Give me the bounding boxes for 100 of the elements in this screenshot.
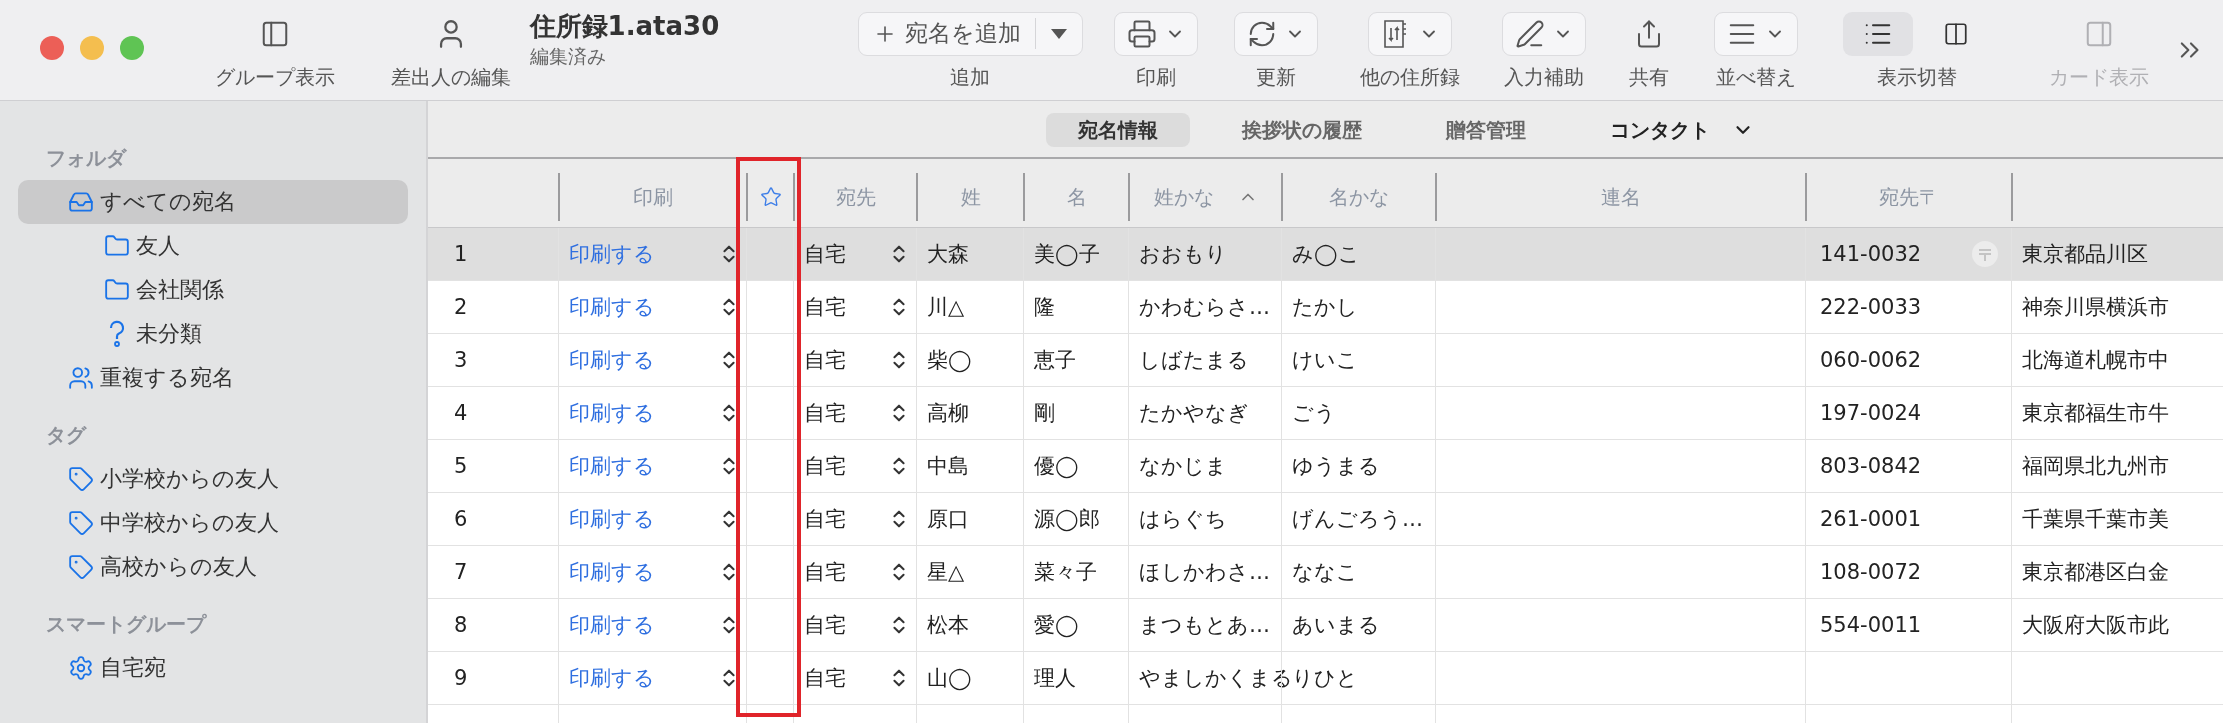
table-cell-text: かわむらさ…: [1139, 294, 1270, 321]
row-number: 5: [453, 453, 469, 480]
print-select[interactable]: 印刷する: [558, 281, 746, 333]
table-cell: 261-0001: [1820, 507, 1922, 531]
table-cell-text: 愛◯: [1034, 612, 1079, 639]
toolbar-button[interactable]: 入力補助: [1491, 9, 1596, 91]
tag-icon: [68, 466, 94, 492]
sidebar-item[interactable]: 高校からの友人: [18, 545, 408, 589]
destination-select[interactable]: 自宅: [793, 440, 916, 492]
table-cell-text: 源◯郎: [1034, 506, 1100, 533]
destination-select[interactable]: 自宅: [793, 546, 916, 598]
print-select[interactable]: 印刷する: [558, 228, 746, 280]
table-cell-text: 東京都港区白金: [2022, 559, 2169, 586]
printer-icon: [1126, 18, 1157, 49]
sidebar-item[interactable]: 中学校からの友人: [18, 501, 408, 545]
print-select[interactable]: 印刷する: [558, 387, 746, 439]
gear-icon: [68, 655, 94, 681]
table-row[interactable]: 5 印刷する 自宅 中島 優◯ なかじま ゆうまる 803-0842 福岡県北九州市: [428, 440, 2223, 493]
destination-select[interactable]: 自宅: [793, 334, 916, 386]
table-cell-text: 高柳: [927, 400, 969, 427]
folder-icon: [104, 277, 130, 303]
table-cell: 197-0024: [1820, 401, 1922, 425]
row-number: 1: [453, 241, 469, 268]
sidebar-item[interactable]: 重複する宛名: [18, 356, 408, 400]
destination-select[interactable]: 自宅: [793, 652, 916, 704]
toolbar-button[interactable]: 他の住所録: [1349, 9, 1470, 91]
view-toggle-label: 表示切替: [1876, 63, 1957, 91]
table-cell-text: 東京都福生市牛: [2022, 400, 2169, 427]
table-cell-text: ごう: [1292, 400, 1336, 427]
table-cell-text: たかやなぎ: [1139, 400, 1249, 427]
sidebar-item[interactable]: 未分類: [18, 312, 408, 356]
add-name-label: 宛名を追加: [904, 19, 1021, 48]
table-cell: 803-0842: [1820, 454, 1922, 478]
row-number: 7: [453, 559, 469, 586]
toolbar-button[interactable]: 更新: [1223, 9, 1328, 91]
destination-select[interactable]: 自宅: [793, 228, 916, 280]
sidebar-item[interactable]: 会社関係: [18, 268, 408, 312]
table-cell-text: ゆうまる: [1292, 453, 1380, 480]
table-cell: 222-0033: [1820, 295, 1922, 319]
print-select[interactable]: 印刷する: [558, 493, 746, 545]
postal-mark-icon[interactable]: [1971, 240, 1999, 268]
sidebar-item[interactable]: すべての宛名: [18, 180, 408, 224]
table-cell-text: げんごろう…: [1292, 506, 1423, 533]
sidebar-item[interactable]: 友人: [18, 224, 408, 268]
destination-select[interactable]: 自宅: [793, 387, 916, 439]
table-cell-text: 大阪府大阪市此: [2022, 612, 2169, 639]
destination-select[interactable]: 自宅: [793, 599, 916, 651]
print-select[interactable]: 印刷する: [558, 440, 746, 492]
table-cell-text: ほしかわさ…: [1139, 559, 1270, 586]
table-cell-text: 菜々子: [1034, 559, 1097, 586]
print-select[interactable]: 印刷する: [558, 652, 746, 704]
table-cell-text: 剛: [1034, 400, 1055, 427]
tab[interactable]: 宛名情報: [1045, 113, 1190, 147]
table-cell-text: 原口: [927, 506, 969, 533]
row-number: 3: [453, 347, 469, 374]
document-status: 編集済み: [529, 43, 607, 69]
tab[interactable]: コンタクト: [1577, 113, 1786, 147]
table-cell-text: まつもとあ…: [1139, 612, 1270, 639]
people-icon: [68, 365, 94, 391]
table-cell-text: しばたまる: [1139, 347, 1249, 374]
view-segment[interactable]: [1842, 11, 1913, 56]
table-cell: 141-0032: [1820, 242, 1922, 266]
toolbar-button[interactable]: 並べ替え: [1701, 9, 1810, 91]
zoom-button[interactable]: [120, 36, 144, 60]
section-heading: スマートグループ: [45, 611, 208, 638]
close-button[interactable]: [40, 36, 64, 60]
table-cell-text: 優◯: [1034, 453, 1079, 480]
table-row[interactable]: 7 印刷する 自宅 星△ 菜々子 ほしかわさ… ななこ 108-0072 東京都港区白金: [428, 546, 2223, 599]
table-cell-text: 北海道札幌市中: [2022, 347, 2169, 374]
table-cell-text: ななこ: [1292, 559, 1358, 586]
table-cell-text: 星△: [927, 559, 965, 586]
sidebar-item[interactable]: 自宅宛: [18, 646, 408, 690]
tab[interactable]: 挨拶状の履歴: [1209, 113, 1394, 147]
tag-icon: [68, 554, 94, 580]
table-row[interactable]: 6 印刷する 自宅 原口 源◯郎 はらぐち げんごろう… 261-0001 千葉県千葉市美: [428, 493, 2223, 546]
print-select[interactable]: 印刷する: [558, 546, 746, 598]
table-cell-text: おおもり: [1139, 241, 1227, 268]
triangle-icon: [1049, 27, 1068, 40]
table-row[interactable]: 3 印刷する 自宅 柴◯ 恵子 しばたまる けいこ 060-0062 北海道札幌市中: [428, 334, 2223, 387]
columns-icon: [1942, 20, 1969, 47]
table-row[interactable]: 8 印刷する 自宅 松本 愛◯ まつもとあ… あいまる 554-0011 大阪府大阪市此: [428, 599, 2223, 652]
table-row[interactable]: 2 印刷する 自宅 川△ 隆 かわむらさ… たかし 222-0033 神奈川県横浜市: [428, 281, 2223, 334]
destination-select[interactable]: 自宅: [793, 493, 916, 545]
table-cell: 060-0062: [1820, 348, 1922, 372]
table-cell: 108-0072: [1820, 560, 1922, 584]
toolbar-button[interactable]: グループ表示: [177, 9, 373, 91]
star-icon: [759, 186, 782, 208]
tab[interactable]: 贈答管理: [1413, 113, 1558, 147]
print-select[interactable]: 印刷する: [558, 599, 746, 651]
print-select[interactable]: 印刷する: [558, 334, 746, 386]
toolbar-button[interactable]: 差出人の編集: [372, 9, 530, 91]
destination-select[interactable]: 自宅: [793, 281, 916, 333]
table-cell-text: りひと: [1292, 665, 1358, 692]
table-row[interactable]: 1 印刷する 自宅 大森 美◯子 おおもり み◯こ 141-0032 東京都品川区: [428, 228, 2223, 281]
minimize-button[interactable]: [80, 36, 104, 60]
sidebar-item[interactable]: 小学校からの友人: [18, 457, 408, 501]
toolbar-button[interactable]: 共有: [1617, 9, 1680, 91]
table-cell: 554-0011: [1820, 613, 1922, 637]
table-cell-text: 理人: [1034, 665, 1076, 692]
table-row[interactable]: 4 印刷する 自宅 高柳 剛 たかやなぎ ごう 197-0024 東京都福生市牛: [428, 387, 2223, 440]
